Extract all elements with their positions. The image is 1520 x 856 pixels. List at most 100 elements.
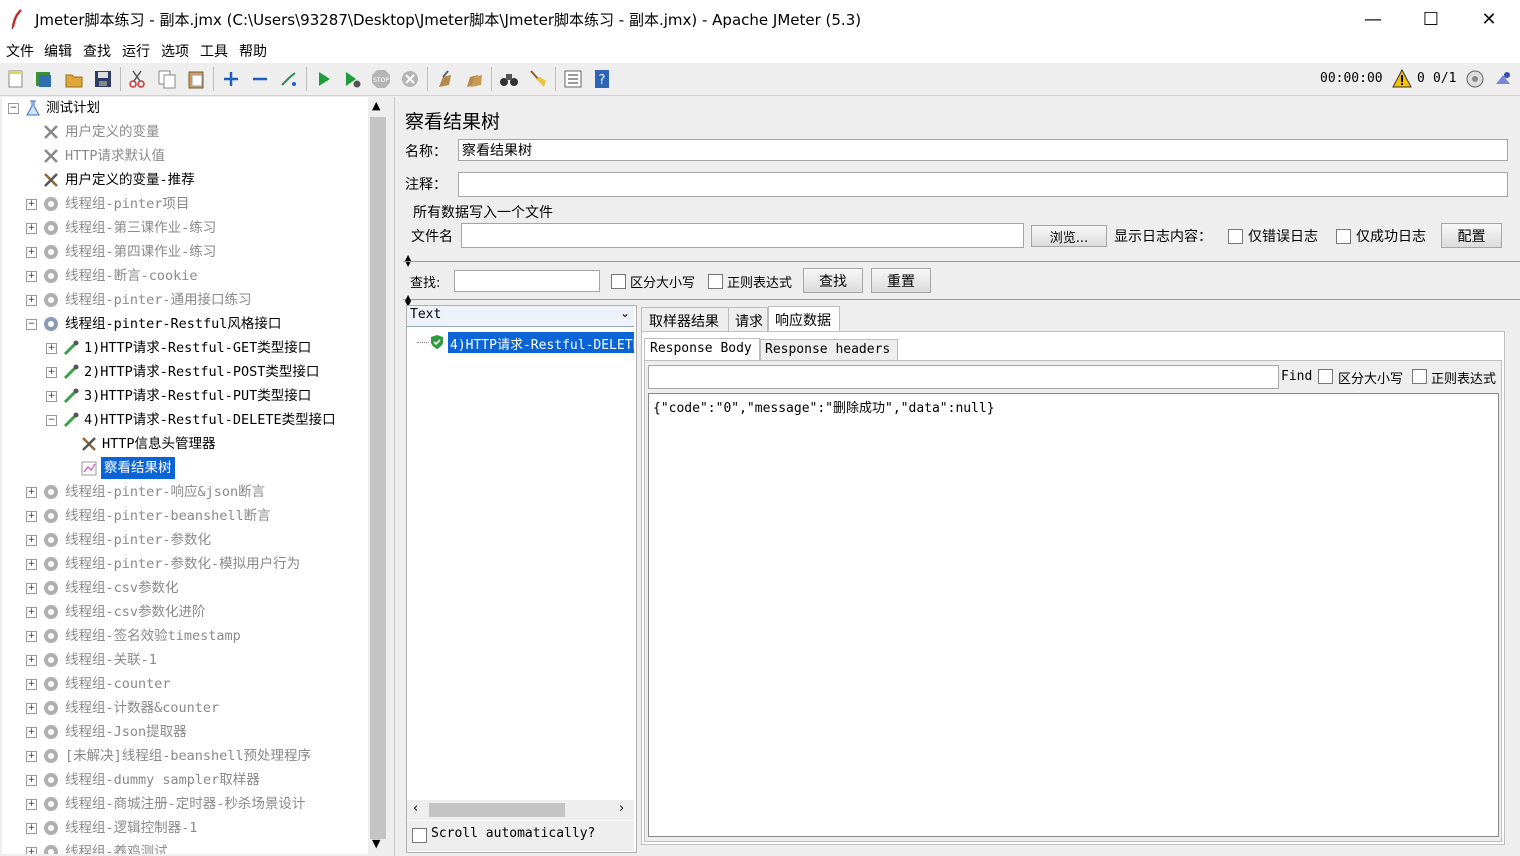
errors-only-checkbox[interactable] [1228, 229, 1243, 244]
menu-file[interactable]: 文件 [6, 41, 34, 61]
name-input[interactable]: 察看结果树 [458, 139, 1508, 161]
success-only-label: 仅成功日志 [1356, 229, 1426, 245]
thread-group-gear-icon [44, 317, 58, 331]
thread-group-gear-icon [44, 245, 58, 259]
results-list-panel: Text ⌄ 4)HTTP请求-Restful-DELETE类型接口 ‹ › S… [406, 305, 637, 853]
new-icon[interactable] [6, 69, 26, 89]
maximize-button[interactable]: ☐ [1402, 0, 1460, 38]
toggle-icon[interactable] [279, 69, 299, 89]
clear-all-icon[interactable] [464, 69, 484, 89]
help-icon[interactable]: ? [592, 69, 612, 89]
response-case-checkbox[interactable] [1318, 369, 1333, 384]
response-body-text-area[interactable]: {"code":"0","message":"删除成功","data":null… [648, 393, 1499, 837]
thread-group-gear-icon [44, 629, 58, 643]
menu-edit[interactable]: 编辑 [44, 41, 72, 61]
chevron-down-icon: ⌄ [619, 306, 630, 320]
tree-scrollbar[interactable]: ▲ ▼ [368, 97, 388, 854]
config-wrench-icon [44, 173, 58, 187]
thread-group-gear-icon [44, 269, 58, 283]
jmeter-feather-icon [11, 9, 22, 29]
response-find-label: Find [1281, 369, 1313, 384]
scroll-automatically-checkbox[interactable] [412, 828, 427, 843]
view-results-tree-panel: 察看结果树 名称： 察看结果树 注释： 所有数据写入一个文件 文件名 浏览...… [394, 97, 1520, 856]
response-body-content: {"code":"0","message":"删除成功","data":null… [653, 401, 995, 416]
start-icon[interactable] [314, 69, 334, 89]
scroll-left-arrow-icon[interactable]: ‹ [413, 801, 418, 816]
svg-text:STOP: STOP [373, 77, 389, 84]
thread-count: 0/1 [1433, 71, 1457, 86]
menu-bar: 文件 编辑 查找 运行 选项 工具 帮助 [0, 38, 1520, 63]
tab-request[interactable]: 请求 [728, 307, 768, 331]
thread-group-gear-icon [44, 845, 58, 854]
find-button[interactable]: 查找 [803, 268, 863, 293]
cut-icon[interactable] [127, 69, 147, 89]
thread-group-gear-icon [44, 749, 58, 763]
start-no-pauses-icon[interactable] [342, 69, 362, 89]
menu-run[interactable]: 运行 [122, 41, 150, 61]
test-plan-flask-icon [26, 100, 40, 116]
search-binoculars-icon[interactable] [499, 69, 519, 89]
scrollbar-thumb[interactable] [370, 117, 386, 839]
collapse-all-icon[interactable] [250, 69, 270, 89]
warning-count: 0 [1417, 71, 1425, 86]
response-find-input[interactable] [648, 365, 1279, 389]
expand-all-icon[interactable] [221, 69, 241, 89]
clear-icon[interactable] [435, 69, 455, 89]
search-input[interactable] [454, 270, 600, 292]
thread-group-gear-icon [44, 509, 58, 523]
menu-tools[interactable]: 工具 [200, 41, 228, 61]
config-wrench-icon [44, 125, 58, 139]
thread-group-gear-icon [44, 221, 58, 235]
window-title: Jmeter脚本练习 - 副本.jmx (C:\Users\93287\Desk… [35, 11, 862, 29]
subtab-response-headers[interactable]: Response headers [760, 339, 898, 361]
templates-icon[interactable] [34, 69, 54, 89]
scroll-down-arrow-icon[interactable]: ▼ [372, 837, 380, 850]
success-only-checkbox[interactable] [1336, 229, 1351, 244]
selected-node-label: 察看结果树 [101, 457, 175, 479]
function-helper-icon[interactable] [563, 69, 583, 89]
menu-options[interactable]: 选项 [161, 41, 189, 61]
listener-chart-icon [81, 461, 97, 476]
thread-group-gear-icon [44, 701, 58, 715]
comment-input[interactable] [458, 172, 1508, 197]
copy-icon[interactable] [157, 69, 177, 89]
scroll-right-arrow-icon[interactable]: › [619, 801, 624, 816]
stop-icon[interactable]: STOP [371, 69, 391, 89]
case-sensitive-checkbox[interactable] [611, 274, 626, 289]
menu-search[interactable]: 查找 [83, 41, 111, 61]
sampler-pipette-icon [63, 412, 79, 428]
browse-button[interactable]: 浏览... [1031, 225, 1107, 247]
menu-help[interactable]: 帮助 [239, 41, 267, 61]
response-regex-checkbox[interactable] [1412, 369, 1427, 384]
config-wrench-icon [82, 437, 96, 451]
renderer-select[interactable]: Text ⌄ [407, 306, 634, 327]
log-viewer-icon[interactable] [1493, 69, 1513, 89]
configure-button[interactable]: 配置 [1441, 223, 1502, 248]
open-icon[interactable] [64, 69, 84, 89]
success-shield-icon [431, 335, 443, 349]
remote-status-icon [1466, 70, 1484, 88]
scroll-up-arrow-icon[interactable]: ▲ [372, 99, 380, 112]
close-button[interactable]: ✕ [1460, 0, 1518, 38]
thread-group-gear-icon [44, 725, 58, 739]
regex-checkbox[interactable] [708, 274, 723, 289]
reset-button[interactable]: 重置 [871, 268, 931, 293]
shutdown-icon[interactable] [400, 69, 420, 89]
thread-group-gear-icon [44, 581, 58, 595]
thread-group-gear-icon [44, 653, 58, 667]
reset-search-broom-icon[interactable] [528, 69, 548, 89]
results-hscrollbar[interactable]: ‹ › [407, 800, 634, 820]
thread-group-gear-icon [44, 293, 58, 307]
filename-input[interactable] [461, 223, 1024, 248]
sample-result-item[interactable]: 4)HTTP请求-Restful-DELETE类型接口 [448, 332, 634, 353]
save-icon[interactable] [93, 69, 113, 89]
subtab-response-body[interactable]: Response Body [644, 338, 760, 361]
toolbar: STOP ? 00:00:00 0 0/1 [0, 63, 1520, 96]
tab-response-data[interactable]: 响应数据 [768, 306, 840, 332]
title-bar: Jmeter脚本练习 - 副本.jmx (C:\Users\93287\Desk… [0, 0, 1520, 38]
tab-sampler-result[interactable]: 取样器结果 [641, 307, 729, 331]
scrollbar-thumb[interactable] [429, 803, 565, 817]
warning-icon[interactable] [1392, 69, 1412, 89]
minimize-button[interactable]: — [1344, 0, 1402, 38]
paste-icon[interactable] [186, 69, 206, 89]
